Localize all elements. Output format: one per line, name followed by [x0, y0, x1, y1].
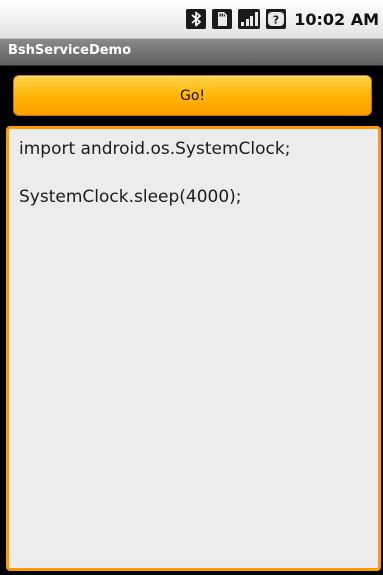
go-button[interactable]: Go! — [13, 75, 372, 116]
go-button-label: Go! — [179, 87, 206, 104]
sd-card-icon — [212, 9, 233, 29]
bluetooth-icon — [186, 9, 207, 29]
unknown-app-icon: ? — [266, 9, 287, 29]
app-title-bar: BshServiceDemo — [0, 39, 383, 66]
device-screen: ? 10:02 AM BshServiceDemo Go! import and… — [0, 0, 383, 575]
status-icons: ? 10:02 AM — [186, 8, 379, 30]
script-editor[interactable]: import android.os.SystemClock; SystemClo… — [6, 126, 381, 571]
status-clock: 10:02 AM — [294, 9, 379, 29]
signal-icon — [238, 9, 261, 29]
svg-text:?: ? — [273, 14, 279, 27]
code-line-sleep: SystemClock.sleep(4000); — [19, 187, 242, 207]
code-line-import: import android.os.SystemClock; — [19, 139, 291, 159]
app-title: BshServiceDemo — [8, 43, 132, 58]
status-bar: ? 10:02 AM — [0, 0, 383, 39]
